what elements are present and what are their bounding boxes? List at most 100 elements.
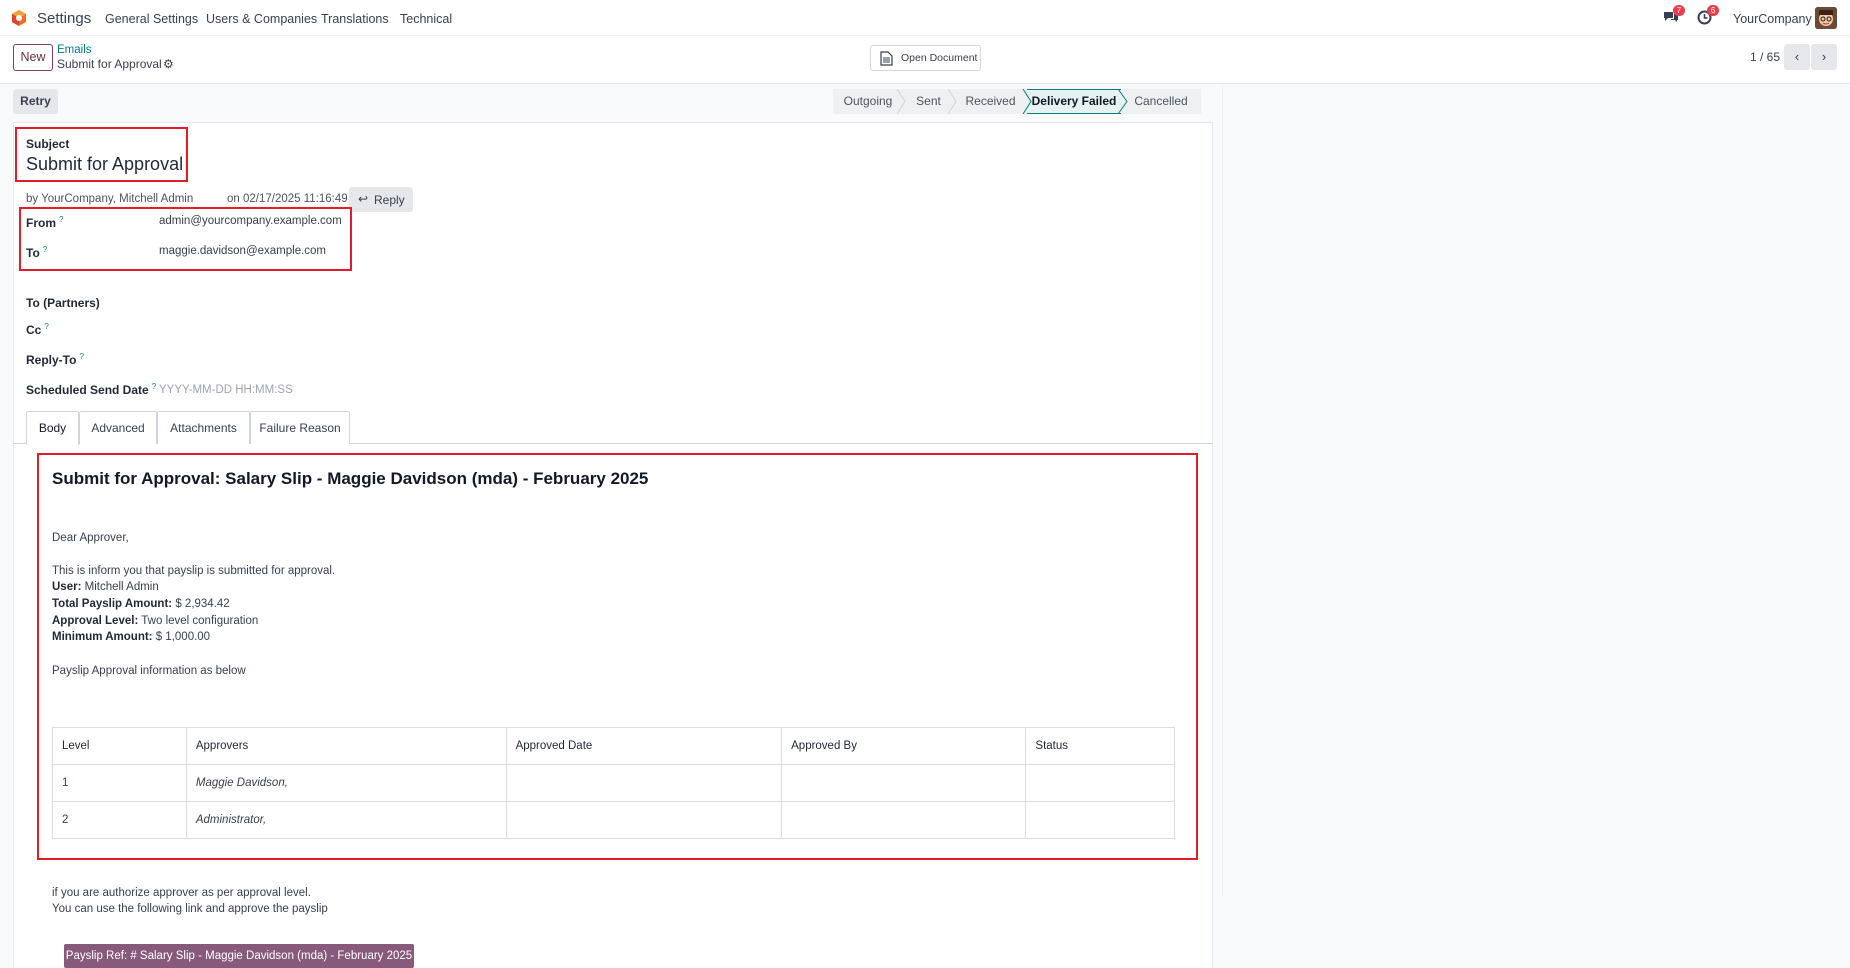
help-tooltip-icon[interactable]: ? (44, 322, 48, 331)
help-tooltip-icon[interactable]: ? (43, 245, 47, 254)
table-cell (505, 764, 783, 802)
pager-value[interactable]: 1 / 65 (1750, 50, 1780, 64)
menu-translations[interactable]: Translations (321, 12, 389, 26)
activity-badge: 6 (1707, 5, 1719, 16)
help-tooltip-icon[interactable]: ? (79, 352, 83, 361)
table-header: Approvers (185, 727, 507, 765)
app-title[interactable]: Settings (37, 10, 91, 27)
table-row: 2 Administrator, (52, 801, 1175, 839)
from-label: From? (26, 215, 63, 230)
reply-to-label: Reply-To? (26, 352, 84, 367)
min-label: Minimum Amount: (52, 631, 153, 643)
status-bar: Outgoing Sent Received Delivery Failed C… (833, 89, 1213, 114)
control-panel: New Emails Submit for Approval ⚙ Open Do… (0, 36, 1850, 84)
open-document-label: Open Document (901, 52, 978, 64)
reply-button[interactable]: ↩ Reply (349, 187, 413, 212)
reply-to-label-text: Reply-To (26, 353, 77, 367)
cc-label: Cc? (26, 322, 49, 337)
stage-received[interactable]: Received (954, 89, 1027, 114)
subject-field[interactable]: Submit for Approval (26, 154, 183, 175)
table-cell: 2 (52, 801, 187, 839)
tab-failure-reason[interactable]: Failure Reason (250, 411, 350, 444)
level-label: Approval Level: (52, 615, 139, 627)
menu-technical[interactable]: Technical (400, 12, 452, 26)
table-header: Approved By (781, 727, 1027, 765)
to-label: To? (26, 245, 47, 260)
chevron-separator-icon (1117, 89, 1128, 114)
stage-delivery-failed[interactable]: Delivery Failed (1027, 89, 1121, 114)
subject-label: Subject (26, 137, 70, 151)
email-min-line: Minimum Amount: $ 1,000.00 (52, 631, 210, 643)
email-intro: This is inform you that payslip is submi… (52, 565, 336, 577)
cc-label-text: Cc (26, 323, 42, 337)
table-cell (505, 801, 783, 839)
table-cell (1025, 764, 1175, 802)
scheduled-date-label: Scheduled Send Date? (26, 382, 156, 397)
scheduled-date-input[interactable]: YYYY-MM-DD HH:MM:SS (159, 384, 293, 396)
payslip-ref-button[interactable]: Payslip Ref: # Salary Slip - Maggie Davi… (64, 944, 414, 968)
total-value: $ 2,934.42 (175, 598, 230, 610)
company-switcher[interactable]: YourCompany (1733, 12, 1812, 26)
document-icon (880, 51, 893, 66)
email-total-line: Total Payslip Amount: $ 2,934.42 (52, 598, 230, 610)
tab-body[interactable]: Body (26, 411, 79, 445)
total-label: Total Payslip Amount: (52, 598, 173, 610)
chevron-right-icon[interactable]: › (1811, 44, 1837, 70)
help-tooltip-icon[interactable]: ? (152, 382, 156, 391)
table-row: 1 Maggie Davidson, (52, 764, 1175, 802)
activity-button[interactable]: 6 (1697, 5, 1719, 26)
table-cell: 1 (52, 764, 187, 802)
approval-table: Level Approvers Approved Date Approved B… (52, 727, 1175, 839)
retry-button[interactable]: Retry (13, 89, 58, 114)
table-cell (781, 801, 1027, 839)
chevron-separator-icon (1022, 89, 1032, 114)
to-label-text: To (26, 246, 40, 260)
gear-icon[interactable]: ⚙ (163, 57, 174, 71)
email-level-line: Approval Level: Two level configuration (52, 615, 258, 627)
to-field[interactable]: maggie.davidson@example.com (159, 245, 326, 257)
table-header-row: Level Approvers Approved Date Approved B… (52, 727, 1175, 765)
scheduled-label-text: Scheduled Send Date (26, 383, 149, 397)
to-partners-label: To (Partners) (26, 296, 100, 310)
email-info: Payslip Approval information as below (52, 665, 246, 677)
help-tooltip-icon[interactable]: ? (59, 215, 63, 224)
email-footer-line-2: You can use the following link and appro… (52, 903, 328, 915)
stage-outgoing[interactable]: Outgoing (833, 89, 903, 114)
odoo-logo-icon[interactable] (10, 9, 28, 27)
from-label-text: From (26, 216, 56, 230)
chevron-separator-icon (947, 89, 957, 114)
table-cell (781, 764, 1027, 802)
new-button[interactable]: New (13, 44, 53, 71)
menu-general-settings[interactable]: General Settings (105, 12, 198, 26)
user-label: User: (52, 581, 82, 593)
chevron-separator-icon (896, 89, 906, 114)
open-document-button[interactable]: Open Document (870, 45, 981, 71)
tab-attachments[interactable]: Attachments (157, 411, 250, 444)
email-user-line: User: Mitchell Admin (52, 581, 159, 593)
table-header: Status (1025, 727, 1175, 765)
table-cell (1025, 801, 1175, 839)
table-header: Approved Date (505, 727, 783, 765)
chatter-panel (1222, 86, 1850, 896)
menu-users-companies[interactable]: Users & Companies (206, 12, 317, 26)
messages-button[interactable]: 7 (1663, 5, 1685, 26)
top-navbar: Settings General Settings Users & Compan… (0, 0, 1850, 36)
notebook-tabs: Body Advanced Attachments Failure Reason (13, 411, 1213, 445)
avatar-image-icon (1815, 7, 1837, 29)
table-cell: Administrator, (185, 801, 507, 839)
author-info: by YourCompany, Mitchell Admin (26, 193, 194, 205)
level-value: Two level configuration (141, 615, 259, 627)
email-greeting: Dear Approver, (52, 532, 129, 544)
table-header: Level (52, 727, 187, 765)
user-avatar[interactable] (1815, 7, 1837, 29)
from-field[interactable]: admin@yourcompany.example.com (159, 215, 342, 227)
chevron-left-icon[interactable]: ‹ (1784, 44, 1810, 70)
user-value: Mitchell Admin (84, 581, 159, 593)
reply-label: Reply (374, 193, 405, 207)
email-footer-line-1: if you are authorize approver as per app… (52, 887, 311, 899)
table-cell: Maggie Davidson, (185, 764, 507, 802)
email-title: Submit for Approval: Salary Slip - Maggi… (52, 469, 649, 488)
tab-advanced[interactable]: Advanced (79, 411, 157, 444)
stage-cancelled[interactable]: Cancelled (1121, 89, 1201, 114)
breadcrumb-emails-link[interactable]: Emails (57, 44, 92, 56)
